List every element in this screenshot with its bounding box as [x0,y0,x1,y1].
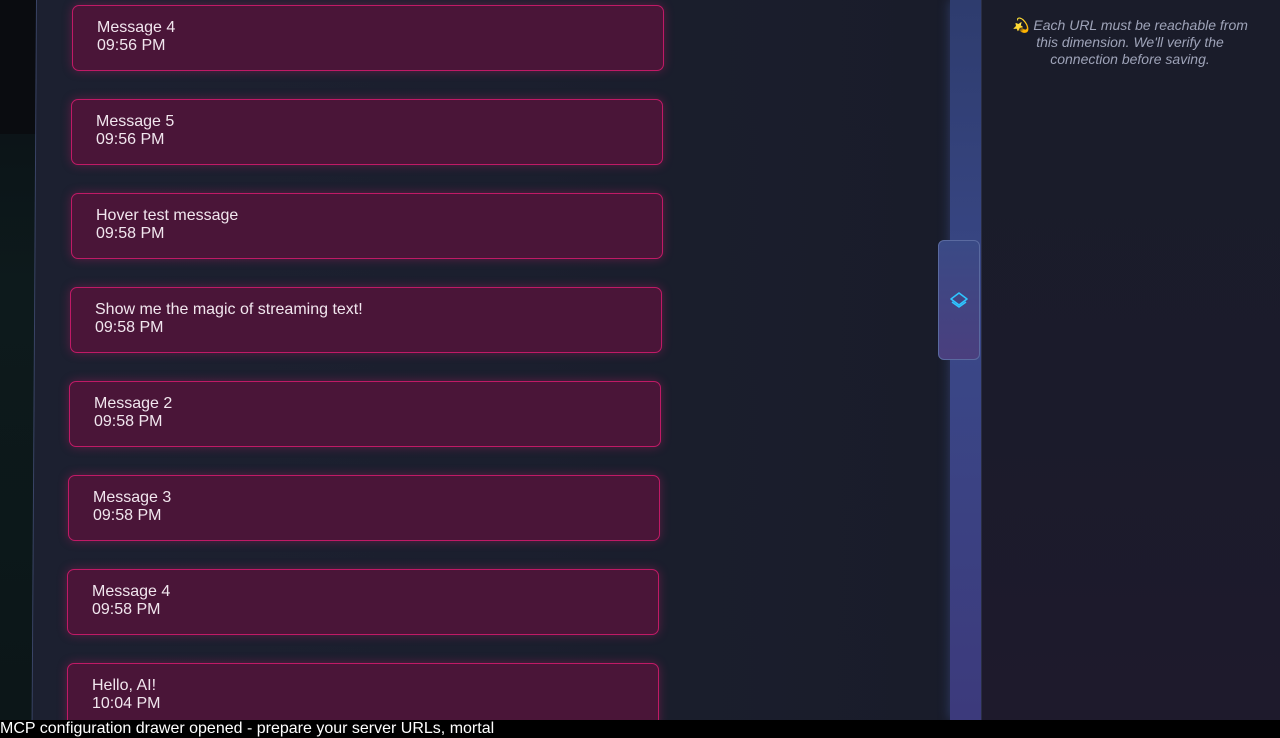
message-bubble[interactable]: Message 5 09:56 PM [71,99,663,165]
message-bubble[interactable]: Message 4 09:56 PM [72,5,664,71]
message-bubble[interactable]: Message 3 09:58 PM [68,475,660,541]
sparkle-icon: 💫 [1012,17,1030,33]
drawer-hint: 💫 Each URL must be reachable from this d… [1010,17,1250,68]
drawer-toggle-button[interactable] [938,240,980,360]
status-bar: MCP configuration drawer opened - prepar… [0,720,1280,738]
message-time: 09:58 PM [95,319,164,336]
message-text: Message 4 [92,583,171,600]
message-bubble[interactable]: Hover test message 09:58 PM [71,193,663,259]
message-text: Show me the magic of streaming text! [95,301,363,318]
message-bubble[interactable]: Message 4 09:58 PM [67,569,659,635]
layers-icon [950,292,968,308]
message-time: 09:58 PM [92,601,161,618]
message-time: 09:56 PM [97,37,166,54]
status-text: MCP configuration drawer opened - prepar… [0,720,495,737]
message-text: Message 5 [96,113,175,130]
message-text: Hover test message [96,207,239,224]
message-time: 09:58 PM [96,225,165,242]
left-sidebar-header [0,0,38,134]
app-window: Message 4 09:56 PM Message 5 09:56 PM Ho… [0,0,1280,738]
mcp-config-drawer [981,0,1280,720]
message-text: Message 2 [94,395,173,412]
message-time: 09:58 PM [94,413,163,430]
message-time: 10:04 PM [92,695,161,712]
message-bubble[interactable]: Show me the magic of streaming text! 09:… [70,287,662,353]
message-text: Message 3 [93,489,172,506]
drawer-hint-text: Each URL must be reachable from this dim… [1033,17,1248,67]
message-text: Message 4 [97,19,176,36]
drawer-divider [950,0,982,720]
message-time: 09:56 PM [96,131,165,148]
message-text: Hello, AI! [92,677,157,694]
message-time: 09:58 PM [93,507,162,524]
message-bubble[interactable]: Message 2 09:58 PM [69,381,661,447]
